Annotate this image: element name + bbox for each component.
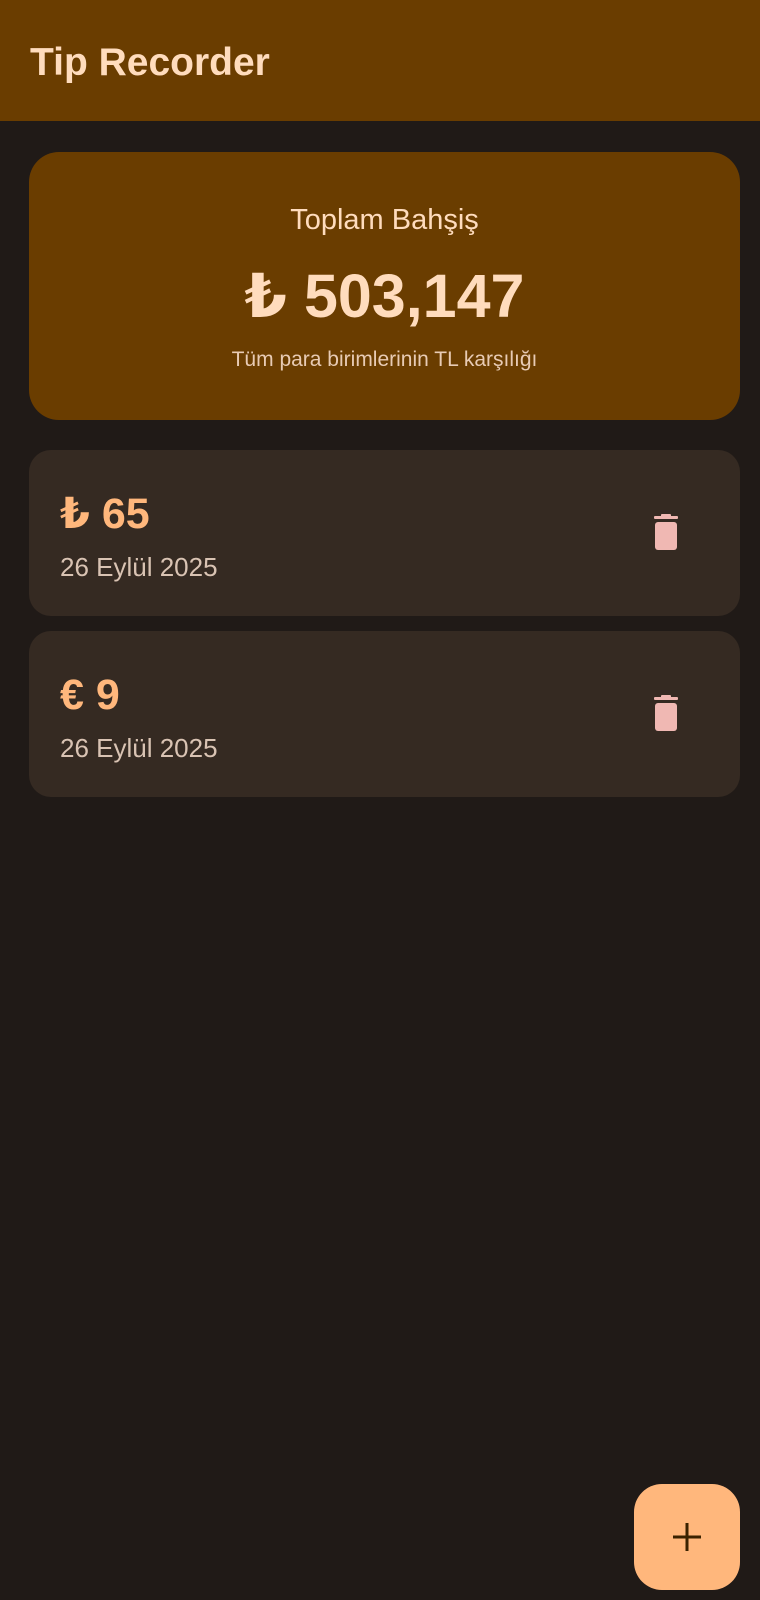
- tip-date: 26 Eylül 2025: [60, 733, 218, 763]
- total-tips-label: Toplam Bahşiş: [290, 204, 479, 236]
- tip-amount: € 9: [60, 671, 120, 719]
- delete-tip-button[interactable]: [640, 502, 692, 562]
- delete-icon: [654, 514, 678, 550]
- delete-tip-button[interactable]: [640, 683, 692, 743]
- delete-icon: [654, 695, 678, 731]
- app-title: Tip Recorder: [30, 41, 270, 84]
- app-bar: Tip Recorder: [0, 0, 760, 121]
- total-tips-card: Toplam Bahşiş ₺ 503,147 Tüm para birimle…: [29, 152, 740, 420]
- tip-amount: ₺ 65: [60, 490, 150, 538]
- total-tips-note: Tüm para birimlerinin TL karşılığı: [231, 348, 538, 371]
- tip-list-item[interactable]: € 9 26 Eylül 2025: [29, 631, 740, 797]
- add-icon: [673, 1523, 701, 1551]
- tip-date: 26 Eylül 2025: [60, 552, 218, 582]
- tip-list-item[interactable]: ₺ 65 26 Eylül 2025: [29, 450, 740, 616]
- add-tip-button[interactable]: [634, 1484, 740, 1590]
- total-tips-amount: ₺ 503,147: [244, 262, 525, 330]
